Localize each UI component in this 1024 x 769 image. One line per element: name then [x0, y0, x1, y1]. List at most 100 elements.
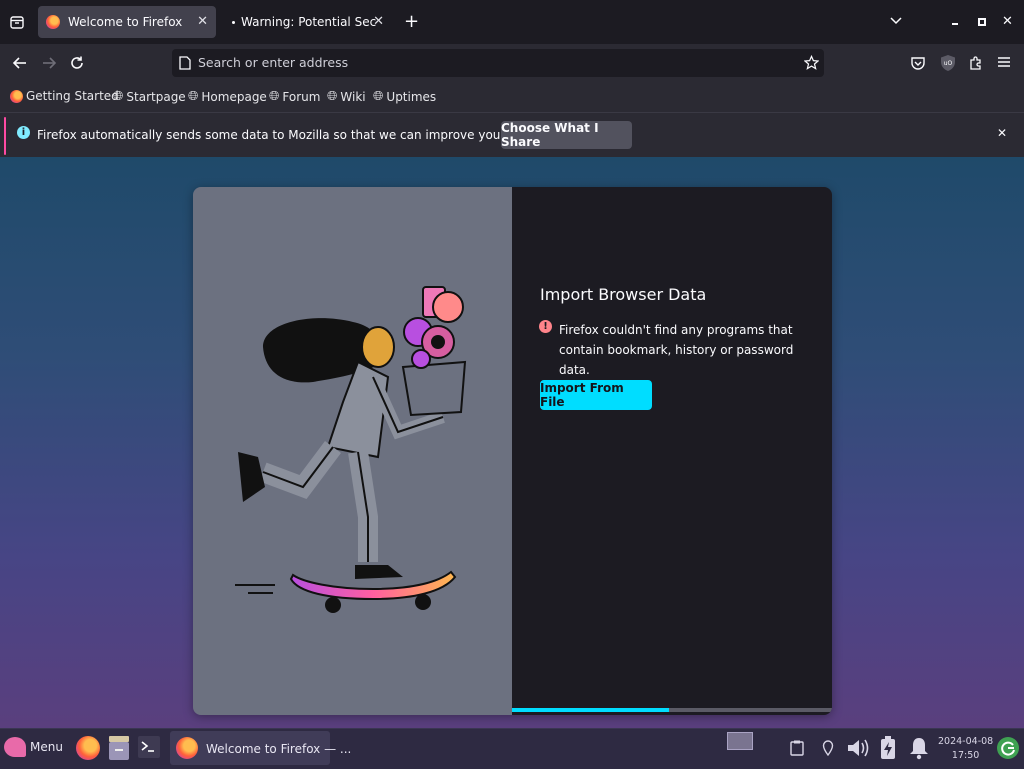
bookmark-star-icon[interactable]	[804, 55, 819, 70]
tab-dot-icon	[232, 20, 235, 24]
plus-icon: +	[404, 11, 420, 32]
close-icon: ✕	[1002, 14, 1013, 29]
list-all-tabs-button[interactable]	[889, 13, 903, 30]
terminal-icon	[138, 736, 160, 758]
page-content: Import Browser Data ! Firefox couldn't f…	[0, 157, 1024, 728]
new-tab-button[interactable]: +	[404, 11, 419, 32]
import-from-file-button[interactable]: Import From File	[540, 380, 652, 410]
reload-icon	[71, 56, 83, 69]
location-tray[interactable]	[822, 740, 834, 759]
bookmarks-toolbar: Getting Started 🌐︎ Startpage 🌐︎ Homepage…	[0, 82, 1024, 112]
close-window-button[interactable]: ✕	[1002, 14, 1013, 29]
taskbar-window-firefox[interactable]: Welcome to Firefox — ...	[170, 731, 351, 765]
clock-date: 2024-04-08	[938, 736, 994, 747]
skateboarder-illustration	[235, 286, 467, 613]
clock-time: 17:50	[951, 750, 980, 761]
back-arrow-icon	[12, 57, 26, 69]
window-title: Welcome to Firefox — ...	[206, 742, 352, 756]
chevron-down-icon	[890, 17, 902, 25]
close-icon: ✕	[997, 126, 1008, 140]
menu-label: Menu	[30, 740, 63, 754]
navigation-toolbar: Search or enter address uO	[0, 44, 1024, 82]
notifications-tray[interactable]	[908, 736, 930, 763]
bookmark-forum[interactable]: 🌐︎ Forum	[269, 89, 320, 104]
volume-tray[interactable]	[846, 737, 870, 762]
start-menu-button[interactable]: Menu	[4, 737, 63, 757]
puzzle-icon	[970, 56, 981, 70]
import-title: Import Browser Data	[540, 285, 707, 304]
forward-arrow-icon	[43, 57, 57, 69]
tab-title: Warning: Potential Securit	[241, 15, 377, 29]
taskbar-clock[interactable]: 2024-04-08 17:50	[938, 735, 993, 763]
tab-strip: Welcome to Firefox ✕ Warning: Potential …	[0, 0, 1024, 44]
tab-list-button[interactable]	[9, 14, 25, 33]
notification-message: Firefox automatically sends some data to…	[37, 128, 580, 142]
bookmark-getting-started[interactable]: Getting Started	[10, 89, 119, 103]
bookmark-wiki[interactable]: 🌐︎ Wiki	[327, 89, 366, 104]
close-tab-icon[interactable]: ✕	[373, 14, 384, 29]
reload-button[interactable]	[69, 55, 85, 74]
bookmark-homepage[interactable]: 🌐︎ Homepage	[188, 89, 267, 104]
globe-icon: 🌐︎	[113, 89, 124, 104]
workspace-switcher[interactable]	[727, 732, 753, 750]
clipboard-icon	[790, 740, 804, 756]
update-icon	[997, 737, 1019, 759]
bookmark-uptimes[interactable]: 🌐︎ Uptimes	[373, 89, 436, 104]
launcher-firefox[interactable]	[76, 736, 100, 763]
pocket-icon	[911, 57, 925, 70]
firefox-icon	[10, 89, 23, 103]
bookmark-startpage[interactable]: 🌐︎ Startpage	[113, 89, 186, 104]
firefox-icon	[76, 736, 100, 760]
firefox-icon	[46, 15, 60, 29]
maximize-button[interactable]	[977, 16, 987, 30]
bookmark-label: Startpage	[126, 89, 186, 104]
warning-icon: !	[539, 320, 552, 333]
maximize-icon	[978, 18, 986, 26]
globe-icon: 🌐︎	[327, 89, 338, 104]
hamburger-menu-icon	[998, 57, 1010, 67]
close-notification-button[interactable]: ✕	[997, 126, 1007, 140]
firefox-icon	[176, 737, 198, 759]
shield-icon: uO	[941, 55, 955, 71]
notification-accent	[4, 117, 6, 155]
bookmark-label: Uptimes	[386, 89, 437, 104]
globe-icon: 🌐︎	[188, 89, 199, 104]
menu-logo-icon	[4, 737, 26, 757]
taskbar: Menu Welcome to Firefox — ... 2024-04-08…	[0, 728, 1024, 769]
close-tab-icon[interactable]: ✕	[197, 14, 208, 29]
pocket-button[interactable]	[910, 55, 926, 74]
import-warning-text: Firefox couldn't find any programs that …	[559, 323, 794, 377]
globe-icon: 🌐︎	[373, 89, 384, 104]
bookmark-label: Forum	[282, 89, 321, 104]
forward-button[interactable]	[41, 55, 57, 74]
battery-charging-icon	[881, 736, 895, 759]
files-icon	[109, 736, 129, 760]
globe-icon: 🌐︎	[269, 89, 280, 104]
ublock-button[interactable]: uO	[940, 54, 956, 75]
address-bar[interactable]: Search or enter address	[172, 49, 824, 77]
info-icon: i	[17, 126, 30, 139]
tab-welcome[interactable]: Welcome to Firefox ✕	[38, 6, 216, 38]
update-tray[interactable]	[996, 736, 1020, 763]
address-placeholder: Search or enter address	[198, 55, 349, 70]
bookmark-label: Wiki	[340, 89, 366, 104]
battery-tray[interactable]	[879, 736, 897, 763]
launcher-files[interactable]	[107, 735, 131, 764]
bell-icon	[910, 738, 928, 760]
import-card: Import Browser Data ! Firefox couldn't f…	[193, 187, 832, 715]
location-pin-icon	[822, 740, 834, 757]
tab-title: Welcome to Firefox	[68, 15, 183, 29]
bookmark-label: Homepage	[201, 89, 267, 104]
extensions-button[interactable]	[968, 55, 984, 74]
back-button[interactable]	[12, 55, 28, 74]
app-menu-button[interactable]	[997, 55, 1011, 72]
tab-list-icon	[10, 16, 24, 29]
launcher-terminal[interactable]	[138, 736, 160, 761]
volume-icon	[848, 739, 869, 757]
choose-what-i-share-button[interactable]: Choose What I Share	[501, 121, 632, 149]
svg-text:uO: uO	[944, 60, 953, 67]
minimize-button[interactable]	[950, 16, 960, 30]
onboarding-progress-bar	[512, 708, 832, 712]
tab-warning[interactable]: Warning: Potential Securit ✕	[224, 6, 392, 38]
clipboard-tray[interactable]	[790, 740, 804, 759]
